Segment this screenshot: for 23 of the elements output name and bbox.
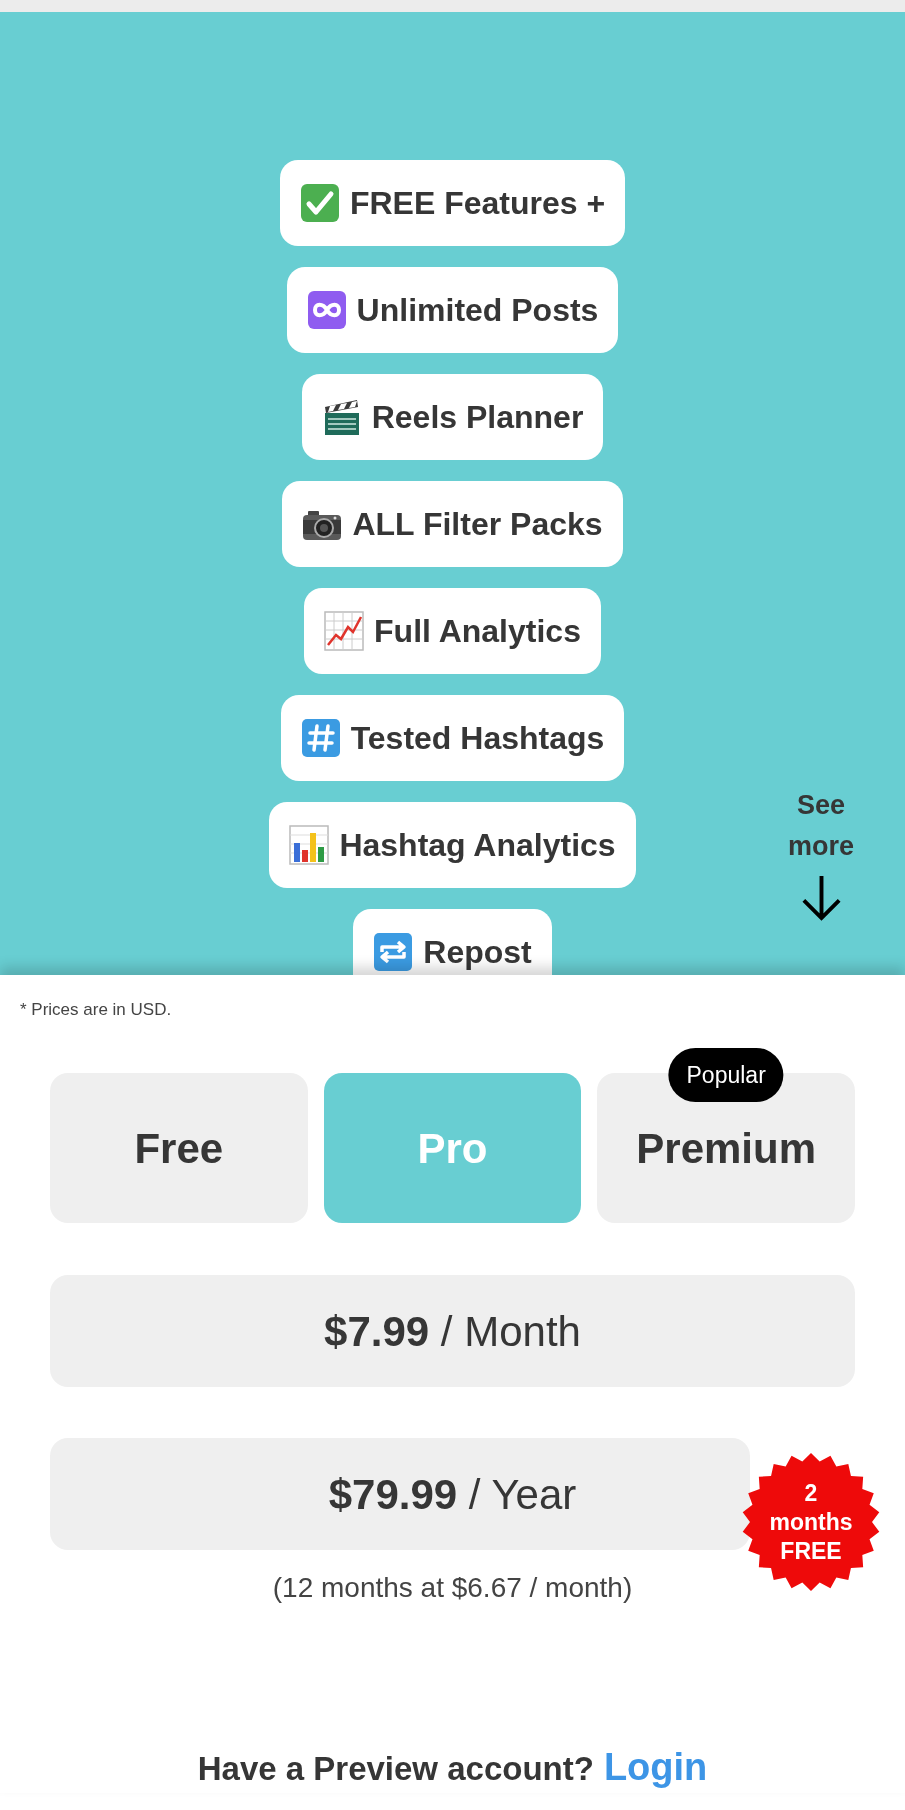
feature-label: ALL Filter Packs xyxy=(352,507,603,541)
infinity-icon xyxy=(306,290,347,330)
feature-label: Repost xyxy=(423,935,532,969)
account-prompt: Have a Preview account? xyxy=(197,1749,594,1789)
popular-badge: Popular xyxy=(668,1048,784,1102)
currency-note: * Prices are in USD. xyxy=(19,999,173,1021)
price-option[interactable]: $79.99 / Year xyxy=(50,1438,750,1550)
feature-label: Unlimited Posts xyxy=(356,293,599,327)
price-option[interactable]: $7.99 / Month xyxy=(50,1275,855,1387)
feature-label: Hashtag Analytics xyxy=(339,828,616,862)
feature-label: Tested Hashtags xyxy=(350,721,605,755)
check-icon xyxy=(299,183,340,223)
feature-label: Full Analytics xyxy=(374,614,581,648)
discount-badge: 2 months FREE xyxy=(742,1453,880,1591)
plan-tab[interactable]: Free xyxy=(50,1073,308,1223)
line-chart-icon xyxy=(324,611,365,651)
price-note: (12 months at $6.67 / month) xyxy=(272,1571,633,1605)
hash-icon xyxy=(300,718,341,758)
see-more-button[interactable]: See more xyxy=(781,785,861,922)
feature-label: Reels Planner xyxy=(371,400,584,434)
bar-chart-icon xyxy=(289,825,330,865)
feature-label: FREE Features + xyxy=(349,186,606,220)
repeat-icon xyxy=(373,932,414,972)
